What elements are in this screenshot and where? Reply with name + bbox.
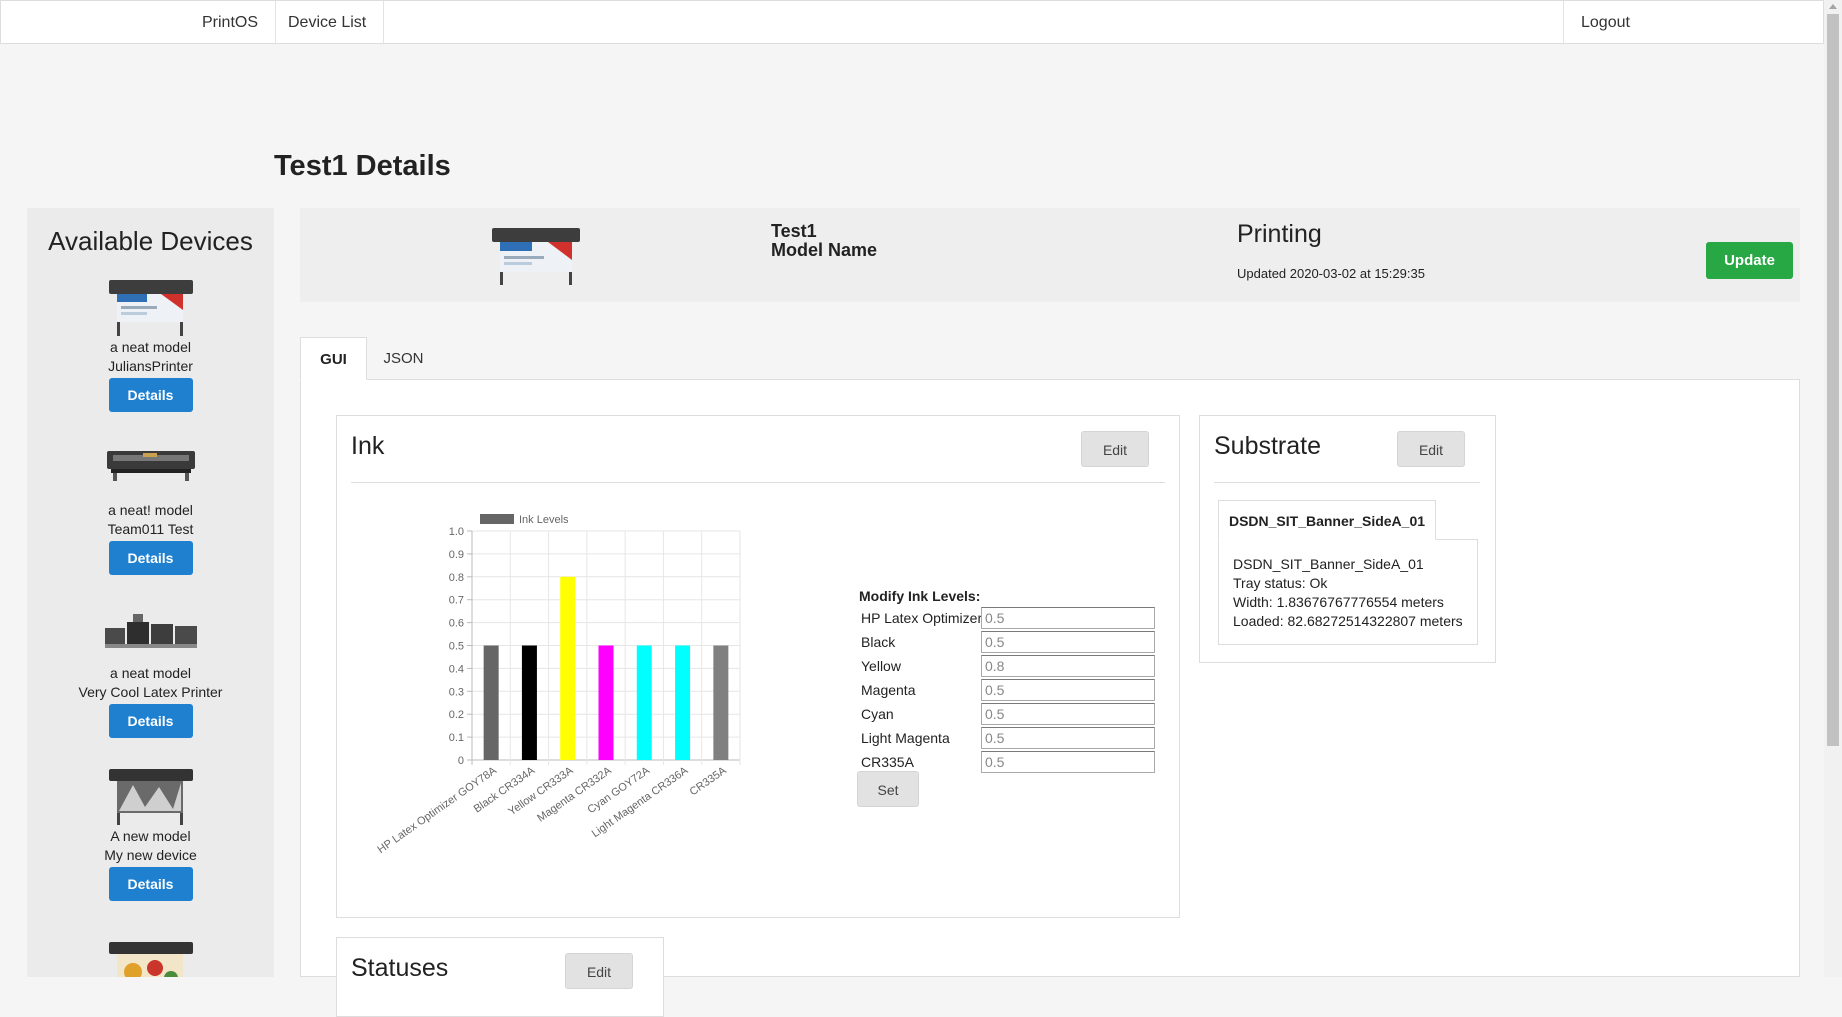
y-tick-label: 0 — [458, 755, 464, 767]
printer-thumbnail — [103, 940, 199, 977]
ink-levels-chart: Ink Levels 0 0.1 0.2 0.3 0.4 0.5 0.6 0.7 0.8 0.9 1.… — [375, 514, 741, 856]
ink-card: Ink Edit Ink Levels 0 0.1 0.2 0.3 0.4 0.5 0.6 0.… — [336, 415, 1180, 918]
printer-thumbnail — [103, 441, 199, 501]
y-tick-label: 0.4 — [449, 663, 464, 675]
legend-label: Ink Levels — [519, 514, 569, 526]
details-button[interactable]: Details — [108, 541, 193, 575]
y-tick-label: 1.0 — [449, 526, 464, 538]
device-card: a neat model JuliansPrinter Details — [27, 278, 274, 412]
ink-label: Magenta — [861, 682, 916, 698]
y-tick-label: 0.1 — [449, 732, 464, 744]
device-model: Model Name — [771, 240, 878, 260]
legend-swatch — [480, 514, 514, 524]
device-card: A new model My new device Details — [27, 767, 274, 901]
tray-status: Tray status: Ok — [1233, 575, 1328, 591]
ink-label: HP Latex Optimizer — [861, 610, 983, 626]
nav-device-list-link[interactable]: Device List — [271, 1, 385, 43]
tab-json[interactable]: JSON — [367, 337, 440, 380]
scrollbar-thumb[interactable] — [1827, 14, 1839, 746]
scroll-up-arrow-icon[interactable] — [1829, 4, 1837, 9]
last-updated-text: Updated 2020-03-02 at 15:29:35 — [1237, 266, 1425, 281]
device-card: a neat model Very Cool Latex Printer Det… — [27, 604, 274, 738]
device-name-heading: Test1 Model Name — [771, 222, 877, 260]
ink-level-input[interactable]: 0.8 — [981, 655, 1155, 677]
top-navbar: PrintOS Device List Logout — [0, 0, 1824, 44]
device-name: My new device — [104, 847, 197, 863]
sidebar-title: Available Devices — [48, 226, 253, 256]
y-tick-label: 0.5 — [449, 641, 464, 653]
device-model: a neat model — [110, 339, 191, 355]
device-model: a neat model — [110, 665, 191, 681]
available-devices-sidebar: Available Devices a neat model JuliansPr… — [27, 208, 274, 977]
substrate-loaded: Loaded: 82.68272514322807 meters — [1233, 613, 1463, 629]
ink-title: Ink — [351, 432, 385, 460]
page-title: Test1 Details — [274, 150, 451, 182]
y-tick-label: 0.7 — [449, 595, 464, 607]
device-name: JuliansPrinter — [108, 358, 193, 374]
divider — [1214, 482, 1480, 483]
details-button[interactable]: Details — [108, 378, 193, 412]
ink-level-input[interactable]: 0.5 — [981, 631, 1155, 653]
bar — [560, 576, 576, 760]
device-card — [27, 940, 274, 977]
device-model: a neat! model — [108, 502, 193, 518]
y-tick-label: 0.9 — [449, 549, 464, 561]
ink-level-input[interactable]: 0.5 — [981, 751, 1155, 773]
ink-level-input[interactable]: 0.5 — [981, 607, 1155, 629]
statuses-card: Statuses Edit — [336, 937, 664, 1017]
y-tick-label: 0.2 — [449, 709, 464, 721]
device-name: Very Cool Latex Printer — [78, 684, 223, 700]
substrate-width: Width: 1.83676767776554 meters — [1233, 594, 1444, 610]
printer-thumbnail — [103, 604, 199, 664]
nav-logout-link[interactable]: Logout — [1563, 1, 1825, 43]
ink-edit-button[interactable]: Edit — [1081, 431, 1149, 467]
printer-thumbnail — [103, 278, 199, 338]
statuses-title: Statuses — [351, 954, 449, 982]
substrate-card: Substrate Edit DSDN_SIT_Banner_SideA_01 … — [1199, 415, 1496, 663]
bar — [675, 645, 691, 760]
bar — [636, 645, 652, 760]
bar — [521, 645, 537, 760]
ink-label: CR335A — [861, 754, 914, 770]
device-model: A new model — [110, 828, 191, 844]
printer-thumbnail — [103, 767, 199, 827]
divider — [351, 482, 1165, 483]
set-ink-button[interactable]: Set — [857, 771, 919, 807]
page-scrollbar[interactable] — [1824, 0, 1842, 977]
substrate-details: DSDN_SIT_Banner_SideA_01 Tray status: Ok… — [1218, 539, 1478, 645]
ink-label: Black — [861, 634, 896, 650]
device-status: Printing — [1237, 220, 1322, 248]
bar — [713, 645, 729, 760]
device-name: Test1 — [771, 221, 817, 241]
substrate-name: DSDN_SIT_Banner_SideA_01 — [1233, 556, 1424, 572]
device-name: Team011 Test — [107, 521, 194, 537]
y-tick-label: 0.3 — [449, 686, 464, 698]
ink-level-input[interactable]: 0.5 — [981, 727, 1155, 749]
update-button[interactable]: Update — [1706, 242, 1793, 279]
modify-ink-title: Modify Ink Levels: — [859, 588, 981, 604]
substrate-title: Substrate — [1214, 432, 1322, 460]
ink-level-input[interactable]: 0.5 — [981, 703, 1155, 725]
bar — [598, 645, 614, 760]
ink-level-input[interactable]: 0.5 — [981, 679, 1155, 701]
details-button[interactable]: Details — [108, 867, 193, 901]
substrate-edit-button[interactable]: Edit — [1397, 431, 1465, 467]
y-tick-label: 0.8 — [449, 572, 464, 584]
device-header-card: Test1 Model Name Printing Updated 2020-0… — [300, 208, 1800, 302]
substrate-tab[interactable]: DSDN_SIT_Banner_SideA_01 — [1218, 500, 1436, 540]
bar — [483, 645, 499, 760]
printer-image — [488, 226, 584, 286]
tab-gui[interactable]: GUI — [300, 337, 367, 380]
ink-label: Light Magenta — [861, 730, 950, 746]
ink-label: Cyan — [861, 706, 894, 722]
nav-brand-link[interactable]: PrintOS — [185, 1, 277, 43]
statuses-edit-button[interactable]: Edit — [565, 953, 633, 989]
ink-label: Yellow — [861, 658, 901, 674]
details-button[interactable]: Details — [108, 704, 193, 738]
device-card: a neat! model Team011 Test Details — [27, 441, 274, 575]
y-tick-label: 0.6 — [449, 618, 464, 630]
x-tick-label: CR335A — [688, 764, 729, 798]
